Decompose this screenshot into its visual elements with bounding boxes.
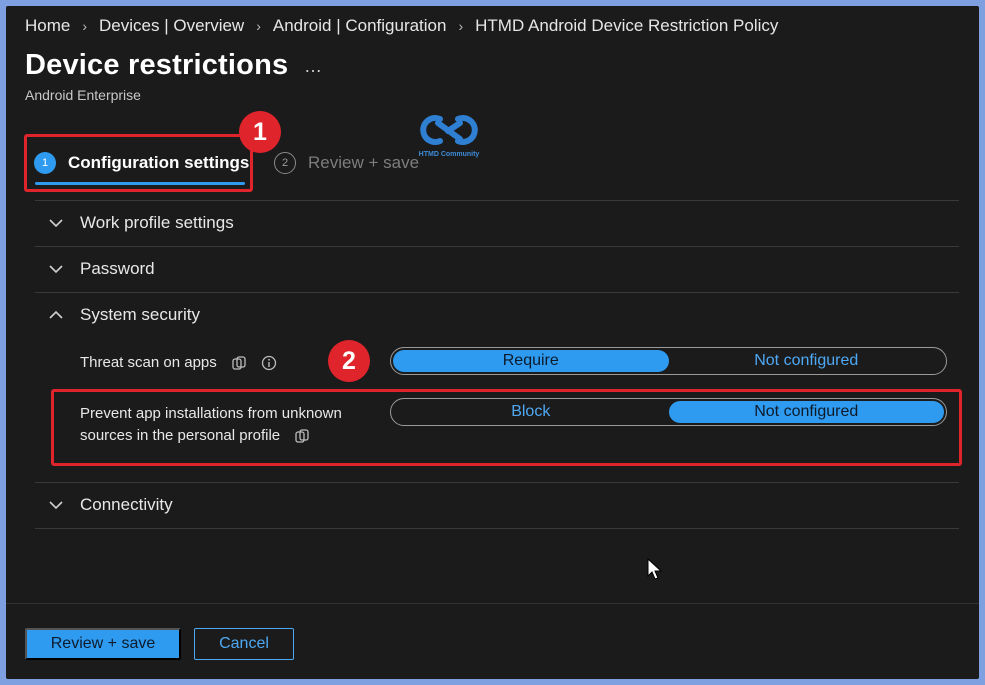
mouse-cursor-icon xyxy=(647,558,663,580)
toggle-option-require[interactable]: Require xyxy=(393,350,669,372)
copy-icon[interactable] xyxy=(231,355,247,371)
divider xyxy=(35,528,959,529)
tab-review-save[interactable]: 2 Review + save xyxy=(274,152,419,174)
chevron-right-icon: › xyxy=(82,18,88,34)
chevron-up-icon xyxy=(49,310,63,319)
divider xyxy=(35,246,959,247)
annotation-highlight-1 xyxy=(24,134,253,192)
breadcrumb-devices-overview[interactable]: Devices | Overview xyxy=(99,16,244,36)
breadcrumb: Home › Devices | Overview › Android | Co… xyxy=(25,16,778,36)
section-system-security[interactable]: System security xyxy=(48,305,200,325)
divider xyxy=(35,292,959,293)
more-options-icon[interactable]: … xyxy=(304,56,323,77)
setting-label: Threat scan on apps xyxy=(80,354,217,371)
toggle-option-not-configured[interactable]: Not configured xyxy=(669,350,945,372)
cancel-button[interactable]: Cancel xyxy=(194,628,294,660)
section-label: Password xyxy=(80,259,155,278)
htmd-logo-text: HTMD Community xyxy=(418,151,480,158)
htmd-logo: HTMD Community xyxy=(414,109,484,163)
page-title: Device restrictions xyxy=(25,49,289,81)
portal-frame: Home › Devices | Overview › Android | Co… xyxy=(6,6,979,679)
section-password[interactable]: Password xyxy=(48,259,155,279)
chevron-right-icon: › xyxy=(256,18,261,34)
divider xyxy=(35,200,959,201)
htmd-logo-mark xyxy=(420,115,478,145)
threat-scan-toggle[interactable]: Require Not configured xyxy=(390,347,947,375)
section-work-profile-settings[interactable]: Work profile settings xyxy=(48,213,234,233)
info-icon[interactable] xyxy=(261,355,277,371)
annotation-badge-2: 2 xyxy=(328,340,370,382)
section-label: Work profile settings xyxy=(80,213,234,232)
chevron-down-icon xyxy=(49,219,63,228)
page-subtitle: Android Enterprise xyxy=(25,87,141,103)
breadcrumb-home[interactable]: Home xyxy=(25,16,70,36)
step-number-2: 2 xyxy=(274,152,296,174)
review-save-button[interactable]: Review + save xyxy=(25,628,181,660)
section-connectivity[interactable]: Connectivity xyxy=(48,495,173,515)
section-label: Connectivity xyxy=(80,495,173,514)
section-label: System security xyxy=(80,305,200,324)
breadcrumb-policy[interactable]: HTMD Android Device Restriction Policy xyxy=(475,16,778,36)
annotation-highlight-2 xyxy=(51,389,962,466)
chevron-down-icon xyxy=(49,501,63,510)
footer-divider xyxy=(6,603,979,604)
chevron-down-icon xyxy=(49,265,63,274)
breadcrumb-android-configuration[interactable]: Android | Configuration xyxy=(273,16,447,36)
tab-label: Review + save xyxy=(308,153,420,172)
annotation-badge-1: 1 xyxy=(239,111,281,153)
divider xyxy=(35,482,959,483)
chevron-right-icon: › xyxy=(458,18,464,34)
setting-threat-scan: Threat scan on apps xyxy=(80,352,277,374)
